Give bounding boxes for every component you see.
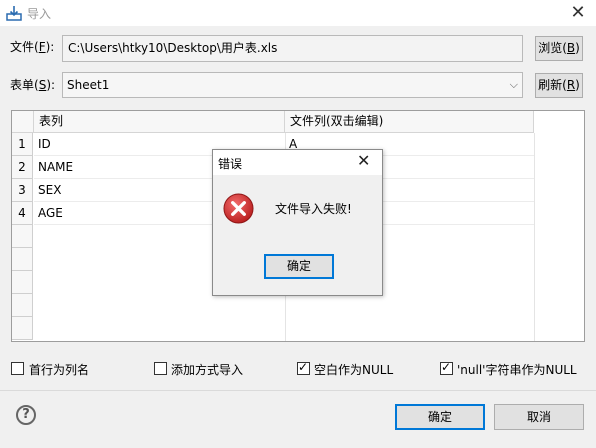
row-number[interactable]: 4: [12, 202, 33, 225]
refresh-button[interactable]: 刷新(R): [535, 73, 583, 98]
first-row-header-checkbox[interactable]: [11, 362, 24, 375]
error-dialog-title-bar: 错误 ✕: [213, 150, 382, 175]
sheet-select[interactable]: Sheet1 ⌵: [62, 72, 523, 98]
cancel-button[interactable]: 取消: [494, 404, 584, 430]
row-number[interactable]: 1: [12, 133, 33, 156]
error-dialog-title: 错误: [218, 157, 243, 171]
row-number-empty: [12, 271, 33, 294]
row-number[interactable]: 3: [12, 179, 33, 202]
blank-as-null-checkbox[interactable]: [297, 360, 310, 375]
append-import-label: 添加方式导入: [171, 363, 244, 377]
chevron-down-icon: ⌵: [509, 78, 518, 91]
row-number[interactable]: 2: [12, 156, 33, 179]
title-bar: 导入 ✕: [0, 0, 596, 26]
grid-column-divider: [534, 133, 535, 341]
append-import-checkbox[interactable]: [154, 362, 167, 375]
error-icon: [223, 193, 254, 224]
grid-header-file-column[interactable]: 文件列(双击编辑): [285, 111, 534, 133]
error-message: 文件导入失败!: [275, 202, 352, 216]
file-path-field[interactable]: C:\Users\htky10\Desktop\用户表.xls: [62, 35, 523, 62]
ok-button[interactable]: 确定: [395, 404, 485, 430]
row-number-empty: [12, 225, 33, 248]
window-title: 导入: [27, 7, 52, 21]
file-label: 文件(F):: [10, 40, 55, 54]
error-ok-button[interactable]: 确定: [264, 254, 334, 279]
footer-divider: [0, 390, 596, 391]
import-window: 导入 ✕ 文件(F): C:\Users\htky10\Desktop\用户表.…: [0, 0, 596, 448]
row-number-empty: [12, 317, 33, 340]
row-number-empty: [12, 294, 33, 317]
help-icon[interactable]: ?: [16, 405, 36, 425]
grid-corner: [12, 111, 34, 133]
close-icon[interactable]: ✕: [357, 151, 370, 170]
first-row-header-label: 首行为列名: [29, 363, 90, 377]
sheet-label: 表单(S):: [10, 78, 56, 92]
browse-button[interactable]: 浏览(B): [535, 36, 583, 61]
null-string-as-null-label: 'null'字符串作为NULL: [457, 363, 577, 377]
error-dialog: 错误 ✕ 文件导入失败! 确定: [212, 149, 383, 296]
null-string-as-null-checkbox[interactable]: [440, 360, 453, 375]
import-icon: [6, 6, 22, 21]
close-icon[interactable]: ✕: [564, 2, 592, 24]
grid-header-table-column[interactable]: 表列: [34, 111, 285, 133]
blank-as-null-label: 空白作为NULL: [314, 363, 394, 377]
row-number-empty: [12, 248, 33, 271]
sheet-selected-value: Sheet1: [67, 78, 110, 92]
